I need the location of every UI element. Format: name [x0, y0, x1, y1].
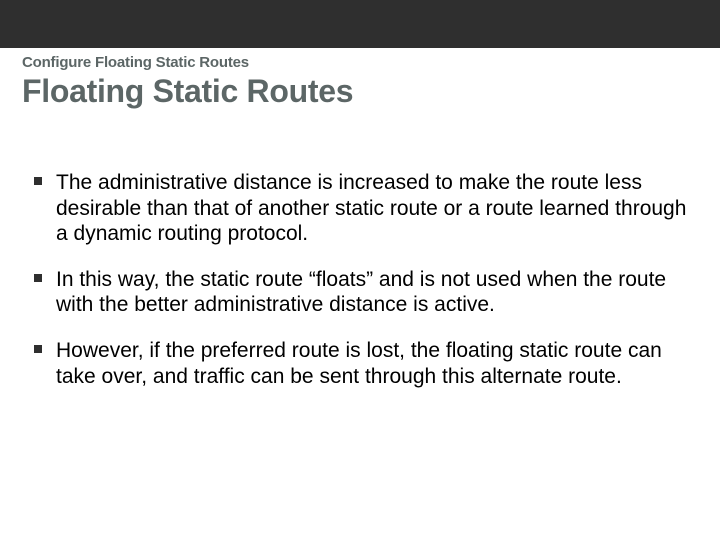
- header-block: Configure Floating Static Routes Floatin…: [22, 54, 698, 110]
- bullet-list: The administrative distance is increased…: [30, 170, 690, 389]
- slide-kicker: Configure Floating Static Routes: [22, 54, 698, 71]
- slide: Configure Floating Static Routes Floatin…: [0, 0, 720, 540]
- slide-title: Floating Static Routes: [22, 73, 698, 110]
- top-band: [0, 0, 720, 48]
- bullet-item: The administrative distance is increased…: [30, 170, 690, 247]
- bullet-item: In this way, the static route “floats” a…: [30, 267, 690, 318]
- slide-body: The administrative distance is increased…: [30, 170, 690, 409]
- bullet-item: However, if the preferred route is lost,…: [30, 338, 690, 389]
